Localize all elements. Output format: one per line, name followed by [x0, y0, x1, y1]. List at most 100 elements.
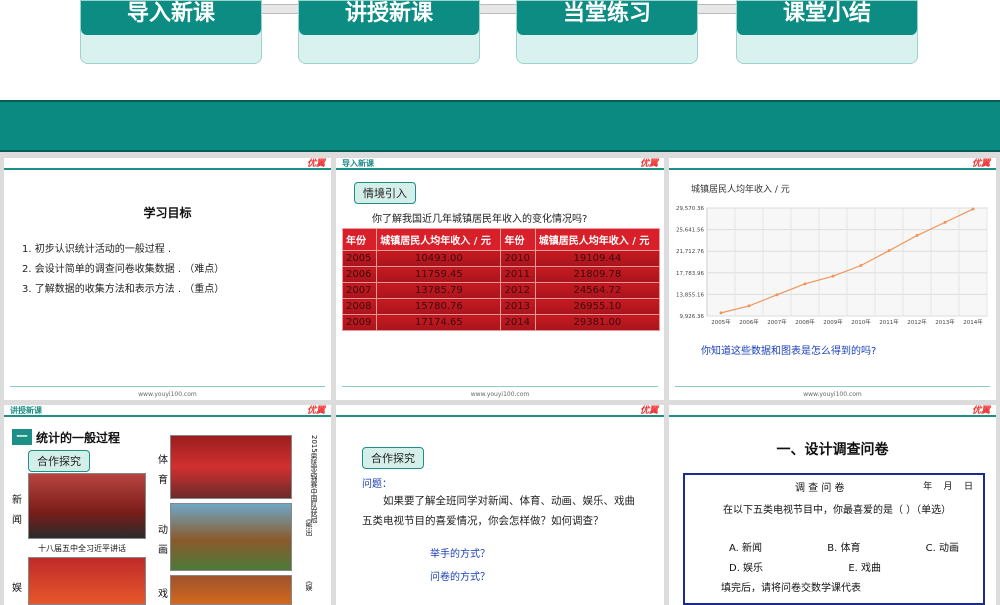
table-cell: 17174.65 — [376, 314, 502, 331]
table-header: 年份 — [341, 228, 378, 251]
slide-thumbnail-income-table[interactable]: 导入新课 优翼 情境引入 你了解我国近几年城镇居民年收入的变化情况吗? 年份 城镇… — [336, 158, 664, 400]
goal-item: 2. 会设计简单的调查问卷收集数据 . （难点） — [22, 264, 225, 275]
chart-xtick-label: 2011年 — [879, 318, 899, 326]
title-band — [0, 100, 1000, 152]
drama-photo — [170, 575, 292, 605]
slide-title: 学习目标 — [143, 206, 192, 220]
logo: 优翼 — [639, 159, 658, 169]
chart-ytick-label: 17,783.96 — [676, 271, 704, 277]
chart-ytick-label: 29,570.36 — [676, 206, 704, 212]
news-photo — [28, 473, 146, 539]
section-number-badge: 一 — [12, 429, 32, 445]
slide-footer: www.youyi100.com — [675, 386, 990, 398]
footer-url: www.youyi100.com — [134, 391, 201, 398]
table-row: 2008 15780.76 2013 26955.10 — [341, 298, 661, 315]
explore-pill: 合作探究 — [28, 450, 90, 472]
chart-xtick-label: 2014年 — [963, 318, 983, 326]
slide-header: 导入新课 优翼 — [336, 158, 664, 170]
choice-news[interactable]: A. 新闻 — [729, 539, 762, 554]
nav-button-label: 导入新课 — [81, 1, 261, 35]
chart-ytick-label: 13,855.16 — [676, 292, 704, 298]
sports-photo — [170, 435, 292, 499]
footer-url: www.youyi100.com — [466, 391, 534, 398]
logo: 优翼 — [971, 159, 990, 169]
chart-ytick-label: 21,712.76 — [676, 249, 704, 255]
table-cell: 2005 — [341, 250, 378, 267]
chart-data-point — [915, 234, 919, 238]
chart-data-point — [747, 304, 751, 308]
nav-button-practice[interactable]: 当堂练习 — [516, 0, 698, 64]
chart-xtick-label: 2009年 — [823, 318, 843, 326]
sports-caption: 2015男篮亚锦赛中国队获冠 — [310, 435, 318, 523]
table-cell: 11759.45 — [376, 266, 502, 283]
slide-section-tag: 导入新课 — [342, 159, 374, 168]
nav-button-label: 当堂练习 — [517, 1, 697, 35]
questionnaire-form: 调 查 问 卷 年 月 日 在以下五类电视节目中，你最喜爱的是（ ）（单选） A… — [683, 473, 985, 605]
income-table-wrap: 年份 城镇居民人均年收入 / 元 年份 城镇居民人均年收入 / 元 2005 10… — [341, 228, 661, 331]
option-questionnaire: 问卷的方式？ — [430, 572, 490, 583]
nav-button-summary[interactable]: 课堂小结 — [736, 0, 918, 64]
slide-header: 优翼 — [336, 405, 664, 417]
anim-caption: 《熊出 — [305, 515, 313, 536]
table-cell: 2008 — [341, 298, 378, 315]
slide-thumbnail-statistics-process[interactable]: 讲授新课 优翼 一 统计的一般过程 合作探究 新闻 十八届五中全习近平讲话 娱 体… — [4, 405, 331, 605]
entertainment-photo — [28, 557, 146, 605]
slide-thumbnail-income-chart[interactable]: 优翼 城镇居民人均年收入 / 元 9,926.36 13,855.16 17,783… — [669, 158, 996, 400]
top-nav-bar: 导入新课 讲授新课 当堂练习 课堂小结 — [0, 0, 1000, 100]
chart-data-point — [971, 207, 975, 211]
chart-xtick-label: 2012年 — [907, 318, 927, 326]
chart-data-point — [887, 249, 891, 253]
chart-xtick-label: 2010年 — [851, 318, 871, 326]
form-prompt: 在以下五类电视节目中，你最喜爱的是（ ）（单选） — [723, 505, 952, 516]
choice-sports[interactable]: B. 体育 — [827, 539, 860, 554]
option-hand-raise: 举手的方式？ — [430, 549, 490, 560]
logo: 优翼 — [639, 406, 658, 416]
table-row: 2006 11759.45 2011 21809.78 — [341, 266, 661, 283]
table-cell: 13785.79 — [376, 282, 502, 299]
logo: 优翼 — [971, 406, 990, 416]
slide-thumbnail-questionnaire[interactable]: 优翼 一、设计调查问卷 调 查 问 卷 年 月 日 在以下五类电视节目中，你最喜… — [669, 405, 996, 605]
chart-question: 你知道这些数据和图表是怎么得到的吗? — [701, 346, 877, 357]
table-row: 2009 17174.65 2014 29381.00 — [341, 314, 661, 331]
slide-header: 优翼 — [4, 158, 331, 170]
chart-title: 城镇居民人均年收入 / 元 — [691, 183, 790, 195]
slide-thumbnail-goals[interactable]: 优翼 学习目标 1. 初步认识统计活动的一般过程 . 2. 会设计简单的调查问卷… — [4, 158, 331, 400]
table-cell: 2007 — [341, 282, 378, 299]
income-table: 年份 城镇居民人均年收入 / 元 年份 城镇居民人均年收入 / 元 2005 10… — [341, 228, 661, 331]
table-cell: 19109.44 — [534, 250, 661, 267]
table-cell: 24564.72 — [534, 282, 661, 299]
choice-animation[interactable]: C. 动画 — [926, 539, 959, 554]
ent-caption: 《娱 — [305, 577, 313, 591]
nav-button-intro[interactable]: 导入新课 — [80, 0, 262, 64]
problem-label: 问题： — [362, 479, 392, 490]
table-cell: 2010 — [500, 250, 536, 267]
form-date: 年 月 日 — [923, 482, 973, 492]
table-cell: 2009 — [341, 314, 378, 331]
label-sports: 体育 — [158, 455, 168, 486]
slide-thumbnail-problem[interactable]: 优翼 合作探究 问题： 如果要了解全班同学对新闻、体育、动画、娱乐、戏曲五类电视… — [336, 405, 664, 605]
choice-entertainment[interactable]: D. 娱乐 — [729, 559, 763, 574]
table-cell: 2011 — [500, 266, 536, 283]
choice-drama[interactable]: E. 戏曲 — [848, 559, 881, 574]
slide-header: 讲授新课 优翼 — [4, 405, 331, 417]
label-drama: 戏 — [158, 589, 168, 600]
goal-item: 3. 了解数据的收集方法和表示方法 . （重点） — [22, 284, 225, 295]
animation-photo — [170, 503, 292, 571]
table-cell: 2014 — [500, 314, 536, 331]
table-cell: 29381.00 — [534, 314, 661, 331]
scenario-pill: 情境引入 — [354, 182, 416, 204]
chart-xtick-label: 2006年 — [739, 318, 759, 326]
label-anim: 动画 — [158, 525, 168, 556]
slide-section-tag: 讲授新课 — [10, 406, 42, 415]
table-cell: 15780.76 — [376, 298, 502, 315]
chart-ytick-label: 9,926.36 — [680, 314, 705, 320]
table-row: 2005 10493.00 2010 19109.44 — [341, 250, 661, 267]
logo: 优翼 — [306, 159, 325, 169]
problem-text: 如果要了解全班同学对新闻、体育、动画、娱乐、戏曲五类电视节目的喜爱情况，你会怎样… — [362, 495, 635, 527]
table-row: 2007 13785.79 2012 24564.72 — [341, 282, 661, 299]
news-caption: 十八届五中全习近平讲话 — [38, 544, 126, 553]
nav-button-lecture[interactable]: 讲授新课 — [298, 0, 480, 64]
label-news: 新闻 — [12, 495, 22, 526]
slide-footer: www.youyi100.com — [10, 386, 325, 398]
slide-title: 一、设计调查问卷 — [776, 442, 889, 458]
